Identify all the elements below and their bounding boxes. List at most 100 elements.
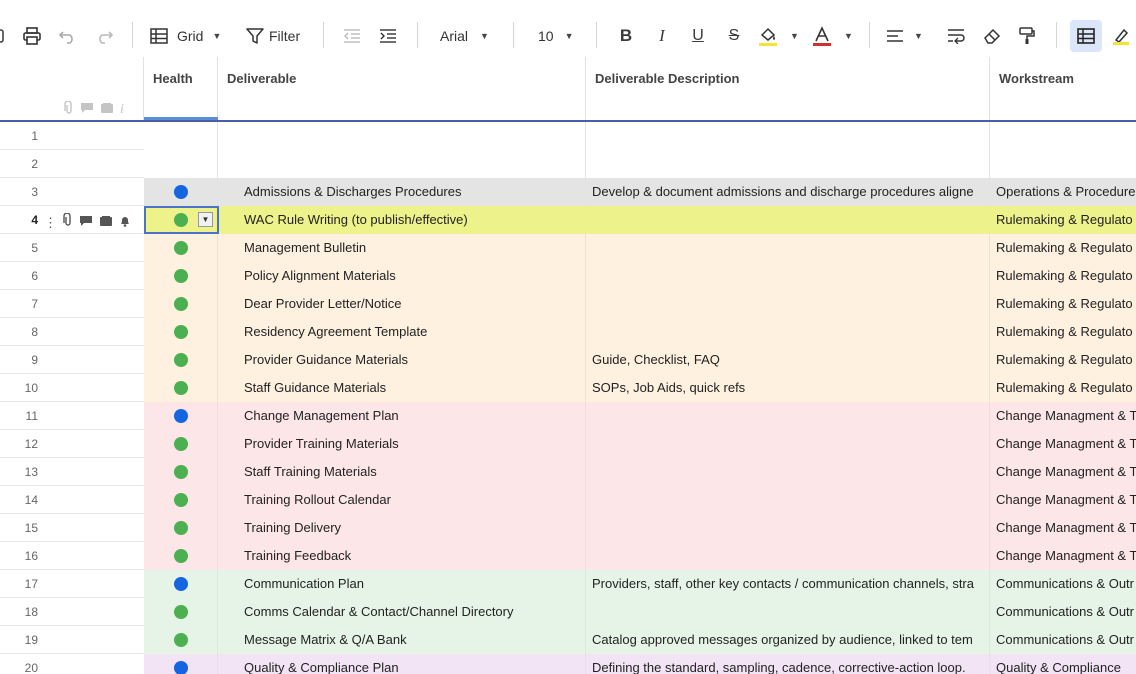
strikethrough-icon[interactable]: S (722, 20, 746, 52)
deliverable-cell[interactable]: Communication Plan (218, 570, 586, 598)
table-row[interactable]: 3 Admissions & Discharges Procedures Devel… (0, 178, 1136, 206)
description-cell[interactable] (586, 430, 990, 458)
reminder-bell-icon[interactable] (119, 214, 131, 232)
row-number[interactable]: 8 (0, 318, 38, 346)
print-icon[interactable] (20, 20, 44, 52)
health-cell[interactable] (144, 486, 218, 514)
description-cell[interactable] (586, 150, 990, 178)
description-cell[interactable] (586, 234, 990, 262)
workstream-cell[interactable] (990, 150, 1136, 178)
deliverable-cell[interactable]: Residency Agreement Template (218, 318, 586, 346)
table-row[interactable]: 18 Comms Calendar & Contact/Channel Direc… (0, 598, 1136, 626)
deliverable-cell[interactable]: Comms Calendar & Contact/Channel Directo… (218, 598, 586, 626)
workstream-cell[interactable]: Rulemaking & Regulato (990, 318, 1136, 346)
row-number[interactable]: 15 (0, 514, 38, 542)
outdent-icon[interactable] (340, 20, 364, 52)
health-cell[interactable] (144, 542, 218, 570)
filter-button[interactable]: Filter (246, 20, 302, 52)
workstream-cell[interactable]: Rulemaking & Regulato (990, 234, 1136, 262)
table-row[interactable]: 2 (0, 150, 1136, 178)
table-row[interactable]: 8 Residency Agreement Template Rulemaking … (0, 318, 1136, 346)
workstream-cell[interactable]: Change Managment & T (990, 542, 1136, 570)
deliverable-cell[interactable]: Training Delivery (218, 514, 586, 542)
deliverable-cell[interactable]: Training Feedback (218, 542, 586, 570)
row-number[interactable]: 5 (0, 234, 38, 262)
description-cell[interactable] (586, 402, 990, 430)
comment-icon[interactable] (79, 214, 93, 232)
table-row[interactable]: 15 Training Delivery Change Managment & T (0, 514, 1136, 542)
health-cell[interactable] (144, 654, 218, 674)
table-row[interactable]: 17 Communication Plan Providers, staff, ot… (0, 570, 1136, 598)
workstream-cell[interactable]: Rulemaking & Regulato (990, 262, 1136, 290)
health-cell[interactable] (144, 626, 218, 654)
description-cell[interactable] (586, 458, 990, 486)
row-number[interactable]: 2 (0, 150, 38, 178)
health-cell[interactable] (144, 262, 218, 290)
description-cell[interactable] (586, 486, 990, 514)
wrap-text-icon[interactable] (944, 20, 968, 52)
font-family-select[interactable]: Arial ▼ (440, 20, 498, 52)
health-cell[interactable] (144, 318, 218, 346)
underline-icon[interactable]: U (686, 20, 710, 52)
description-cell[interactable]: Develop & document admissions and discha… (586, 178, 990, 206)
health-cell[interactable] (144, 290, 218, 318)
font-size-select[interactable]: 10 ▼ (538, 20, 578, 52)
attachment-icon[interactable] (63, 212, 73, 232)
column-header-workstream[interactable]: Workstream (990, 57, 1136, 121)
redo-icon[interactable] (92, 20, 116, 52)
workstream-cell[interactable]: Change Managment & T (990, 430, 1136, 458)
workstream-cell[interactable]: Quality & Compliance (990, 654, 1136, 674)
fill-color-button[interactable]: ▼ (758, 20, 802, 52)
table-row[interactable]: 10 Staff Guidance Materials SOPs, Job Aids… (0, 374, 1136, 402)
description-cell[interactable] (586, 514, 990, 542)
column-header-description[interactable]: Deliverable Description (586, 57, 990, 121)
table-row[interactable]: 20 Quality & Compliance Plan Defining the … (0, 654, 1136, 674)
row-number[interactable]: 16 (0, 542, 38, 570)
row-number[interactable]: 19 (0, 626, 38, 654)
health-cell[interactable] (144, 374, 218, 402)
workstream-cell[interactable]: Change Managment & T (990, 514, 1136, 542)
workstream-cell[interactable]: Rulemaking & Regulato (990, 290, 1136, 318)
workstream-cell[interactable] (990, 122, 1136, 150)
health-cell[interactable] (144, 570, 218, 598)
row-number[interactable]: 1 (0, 122, 38, 150)
table-row[interactable]: 14 Training Rollout Calendar Change Managm… (0, 486, 1136, 514)
grid-view-toggle[interactable] (1070, 20, 1102, 52)
table-row[interactable]: 19 Message Matrix & Q/A Bank Catalog appro… (0, 626, 1136, 654)
align-button[interactable]: ▼ (886, 20, 930, 52)
row-number[interactable]: 11 (0, 402, 38, 430)
undo-icon[interactable] (56, 20, 80, 52)
health-cell[interactable] (144, 430, 218, 458)
deliverable-cell[interactable]: Staff Training Materials (218, 458, 586, 486)
description-cell[interactable] (586, 122, 990, 150)
deliverable-cell[interactable] (218, 150, 586, 178)
text-color-button[interactable]: ▼ (812, 20, 856, 52)
truncated-toolbar-icon[interactable] (0, 20, 10, 52)
deliverable-cell[interactable]: Staff Guidance Materials (218, 374, 586, 402)
health-cell[interactable] (144, 346, 218, 374)
workstream-cell[interactable]: Change Managment & T (990, 486, 1136, 514)
deliverable-cell[interactable]: Message Matrix & Q/A Bank (218, 626, 586, 654)
view-selector[interactable]: Grid ▼ (150, 20, 230, 52)
row-number[interactable]: 7 (0, 290, 38, 318)
description-cell[interactable] (586, 318, 990, 346)
health-cell[interactable] (144, 458, 218, 486)
bold-icon[interactable]: B (614, 20, 638, 52)
deliverable-cell[interactable]: Provider Training Materials (218, 430, 586, 458)
workstream-cell[interactable]: Rulemaking & Regulato (990, 346, 1136, 374)
row-number[interactable]: 6 (0, 262, 38, 290)
deliverable-cell[interactable]: Provider Guidance Materials (218, 346, 586, 374)
row-menu-icon[interactable]: ⋮ (44, 216, 57, 229)
table-row[interactable]: 13 Staff Training Materials Change Managme… (0, 458, 1136, 486)
description-cell[interactable] (586, 542, 990, 570)
table-row[interactable]: 1 (0, 122, 1136, 150)
description-cell[interactable]: Catalog approved messages organized by a… (586, 626, 990, 654)
workstream-cell[interactable]: Communications & Outr (990, 626, 1136, 654)
workstream-cell[interactable]: Rulemaking & Regulato (990, 206, 1136, 234)
proofing-icon[interactable] (99, 214, 113, 232)
description-cell[interactable]: Guide, Checklist, FAQ (586, 346, 990, 374)
workstream-cell[interactable]: Communications & Outr (990, 598, 1136, 626)
column-header-deliverable[interactable]: Deliverable (218, 57, 586, 121)
description-cell[interactable] (586, 206, 990, 234)
table-row[interactable]: 12 Provider Training Materials Change Mana… (0, 430, 1136, 458)
